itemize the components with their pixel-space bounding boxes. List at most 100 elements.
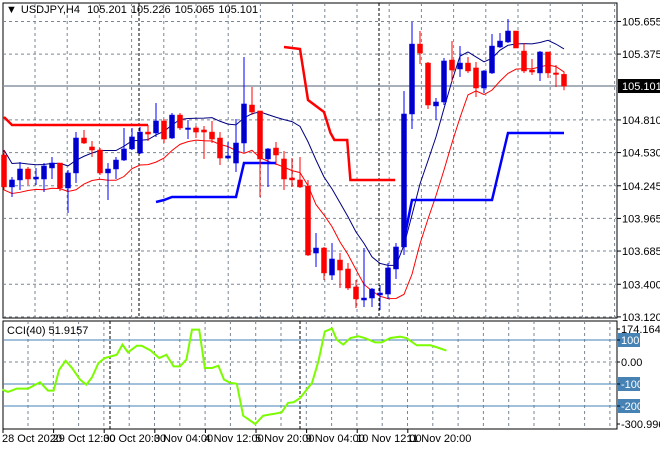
price-tick-label: 103.965 — [622, 213, 660, 225]
high-value: 105.226 — [130, 4, 171, 16]
candle-body — [377, 292, 383, 296]
candle-body — [425, 62, 431, 106]
candle-body — [65, 172, 71, 189]
candle-body — [249, 104, 255, 113]
candle-body — [129, 136, 135, 150]
time-label: 11 Nov 20:00 — [407, 433, 472, 445]
candle-body — [353, 286, 359, 300]
candle-body — [561, 74, 567, 87]
candle-body — [505, 30, 511, 43]
candle-body — [73, 137, 79, 174]
price-tick-label: 103.400 — [622, 279, 660, 291]
price-tick-label: 105.655 — [622, 16, 660, 28]
bearish-candle — [177, 113, 183, 130]
cci-pane — [2, 320, 618, 430]
candle-body — [545, 51, 551, 74]
cci-axis-label: -300.9964 — [621, 419, 660, 431]
candle-body — [337, 259, 343, 271]
candle-body — [369, 288, 375, 299]
candle-body — [121, 148, 127, 161]
candle-body — [393, 246, 399, 270]
candle-body — [481, 70, 487, 89]
price-tick-label: 104.810 — [622, 115, 660, 127]
candle-body — [49, 162, 55, 169]
candle-body — [217, 137, 223, 159]
candle-body — [449, 59, 455, 71]
candle-body — [9, 179, 15, 188]
candle-body — [289, 177, 295, 181]
candle-body — [105, 168, 111, 174]
candle-body — [297, 179, 303, 188]
cci-axis-label: -100 — [621, 379, 643, 391]
dropdown-triangle-icon[interactable]: ▼ — [6, 4, 17, 16]
candle-body — [233, 142, 239, 164]
candle-body — [25, 168, 31, 180]
bearish-candle — [97, 148, 103, 176]
candle-body — [465, 62, 471, 72]
symbol-label: USDJPY,H4 — [20, 4, 80, 16]
candle-body — [281, 158, 287, 180]
candle-body — [89, 146, 95, 151]
candle-body — [193, 127, 199, 133]
candle-body — [305, 185, 311, 256]
candle-body — [497, 40, 503, 48]
price-tick-label: 103.685 — [622, 246, 660, 258]
candle-body — [257, 110, 263, 160]
candle-body — [57, 162, 63, 189]
bearish-candle — [425, 62, 431, 109]
bullish-candle — [401, 91, 407, 256]
candle-body — [401, 113, 407, 248]
candle-body — [161, 120, 167, 140]
candle-body — [137, 131, 143, 154]
candle-body — [441, 60, 447, 103]
bullish-candle — [441, 58, 447, 106]
candle-body — [537, 51, 543, 74]
candle-body — [81, 137, 87, 144]
candle-body — [321, 247, 327, 274]
candle-body — [33, 176, 39, 180]
candle-body — [313, 247, 319, 254]
candle-body — [473, 67, 479, 89]
candle-body — [385, 267, 391, 295]
candle-body — [489, 45, 495, 74]
candle-body — [409, 43, 415, 115]
candle-body — [433, 101, 439, 107]
price-tick-label: 104.245 — [622, 181, 660, 193]
bearish-candle — [513, 30, 519, 49]
close-value: 105.101 — [218, 4, 259, 16]
candle-body — [329, 258, 335, 276]
candle-body — [113, 159, 119, 170]
main-pane — [2, 2, 618, 319]
candle-body — [521, 50, 527, 72]
candle-body — [265, 148, 271, 160]
candle-body — [417, 43, 423, 54]
candle-body — [209, 131, 215, 140]
bearish-candle — [305, 179, 311, 256]
candle-body — [225, 155, 231, 159]
candle-body — [185, 127, 191, 130]
candle-body — [529, 69, 535, 73]
bullish-candle — [169, 113, 175, 140]
candle-body — [457, 62, 463, 70]
candle-body — [241, 103, 247, 144]
candle-body — [169, 114, 175, 139]
candle-body — [145, 131, 151, 135]
candle-body — [273, 147, 279, 156]
cci-label: CCI(40) 51.9157 — [7, 325, 89, 337]
price-tick-label: 105.375 — [622, 49, 660, 61]
price-tick-label: 103.120 — [622, 312, 660, 324]
cci-axis-label: 100 — [621, 335, 639, 347]
candle-body — [345, 268, 351, 289]
open-value: 105.201 — [87, 4, 127, 16]
candle-body — [177, 114, 183, 129]
bearish-candle — [57, 162, 63, 192]
candle-body — [97, 149, 103, 174]
bullish-candle — [385, 263, 391, 299]
candle-body — [361, 297, 367, 301]
candle-body — [553, 72, 559, 75]
current-price-label: 105.101 — [622, 81, 660, 93]
low-value: 105.065 — [174, 4, 215, 16]
candle-body — [201, 129, 207, 133]
candle-body — [41, 165, 47, 180]
candle-body — [513, 30, 519, 49]
